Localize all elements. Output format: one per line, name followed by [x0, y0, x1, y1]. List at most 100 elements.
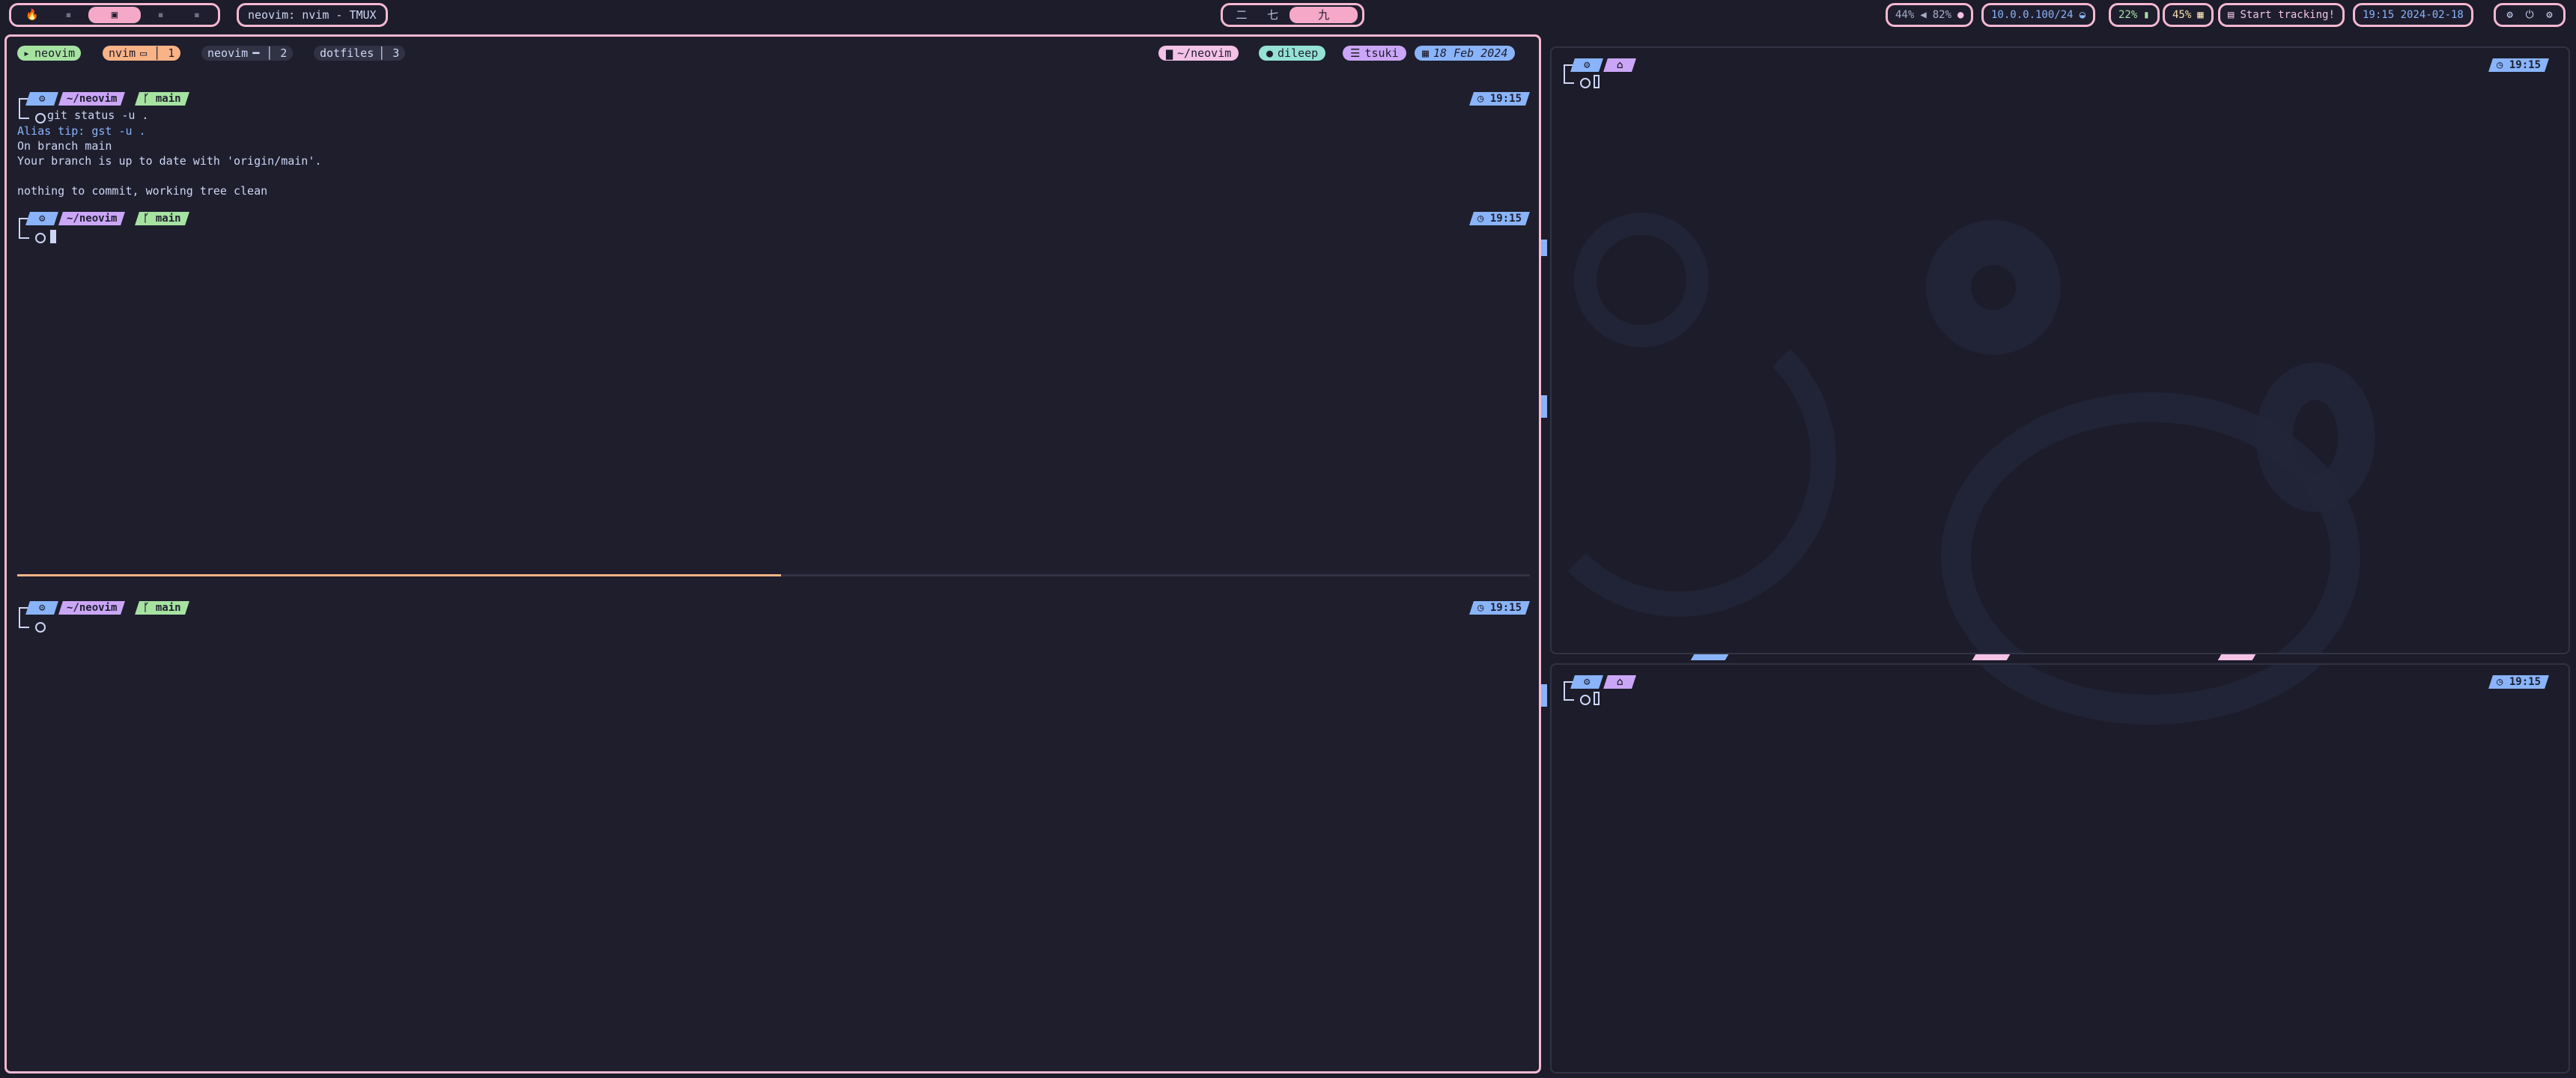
- workspace-switcher: 🔥 ▪ ▣ ▪ ▪: [9, 3, 220, 27]
- prompt-time: 19:15: [1489, 93, 1522, 105]
- clock-icon: ◷: [1477, 602, 1490, 614]
- user-text: dileep: [1278, 46, 1319, 60]
- prompt-branch: main: [155, 602, 181, 614]
- prompt-time: 19:15: [2509, 59, 2542, 71]
- prompt-dot: [35, 113, 46, 124]
- network-icon: ◒: [2079, 9, 2086, 21]
- tmux-tab-dotfiles[interactable]: dotfiles │ 3: [314, 46, 406, 61]
- speaker-icon: ◀: [1920, 9, 1927, 21]
- shell-prompt: ⚙ ~/neovim ᚴ main ◷ 19:15 git status -u …: [17, 92, 1530, 124]
- prompt-branch: main: [155, 93, 181, 105]
- shell-prompt[interactable]: ⚙ ⌂ ◷ 19:15: [1562, 58, 2558, 88]
- kanji-workspace-1[interactable]: 二: [1227, 7, 1256, 23]
- memory-widget[interactable]: 45% ▦: [2163, 3, 2214, 27]
- tab-label: neovim: [207, 46, 249, 60]
- pane-divider-active: [17, 574, 781, 576]
- wallpaper-shape: [2255, 362, 2375, 512]
- home-icon: ⌂: [1616, 676, 1623, 688]
- prompt-home-segment: ⌂: [1603, 58, 1636, 72]
- edge-marker: [1541, 395, 1547, 418]
- prompt-path: ~/neovim: [67, 93, 118, 105]
- prompt-time-segment: ◷ 19:15: [2488, 58, 2549, 72]
- battery-value: 22%: [2118, 9, 2138, 21]
- shell-prompt[interactable]: ⚙ ~/neovim ᚴ main ◷ 19:15: [17, 601, 1530, 633]
- gear-icon[interactable]: ⚙: [2546, 9, 2552, 21]
- tmux-window[interactable]: ▸ neovim nvim ▭ │ 1 neovim ━ │ 2 dotfile…: [4, 34, 1541, 1074]
- audio-widget[interactable]: 44% ◀ 82% ●: [1886, 3, 1974, 27]
- workspace-3-active[interactable]: ▣: [88, 7, 142, 23]
- edge-marker: [2217, 654, 2256, 660]
- microphone-icon: ●: [1957, 9, 1964, 21]
- terminal-right-bottom[interactable]: ⚙ ⌂ ◷ 19:15: [1550, 663, 2570, 1074]
- text-cursor: [1594, 692, 1600, 705]
- prompt-path-segment: ~/neovim: [58, 92, 126, 106]
- tmux-tab-nvim[interactable]: nvim ▭ │ 1: [103, 46, 181, 61]
- workspace-4[interactable]: ▪: [144, 7, 177, 23]
- calendar-icon: ▦: [1422, 46, 1430, 60]
- prompt-time: 19:15: [1489, 213, 1522, 225]
- tmux-tab-session[interactable]: ▸ neovim: [17, 46, 82, 61]
- edge-marker: [1690, 654, 1729, 660]
- prompt-time-segment: ◷ 19:15: [1469, 601, 1530, 615]
- workspace-2[interactable]: ▪: [52, 7, 85, 23]
- prompt-path-segment: ~/neovim: [58, 601, 126, 615]
- tab-label: neovim: [34, 46, 76, 60]
- tmux-tab-neovim[interactable]: neovim ━ │ 2: [201, 46, 294, 61]
- output-line: nothing to commit, working tree clean: [17, 184, 268, 198]
- kanji-workspace-3-active[interactable]: 九: [1289, 7, 1358, 23]
- text-cursor: [50, 230, 56, 243]
- prompt-time-segment: ◷ 19:15: [1469, 212, 1530, 225]
- folder-icon: ▆: [1166, 46, 1173, 60]
- tab-number: 2: [280, 46, 288, 60]
- tab-label: nvim: [109, 46, 136, 60]
- status-host: ☰ tsuki: [1343, 46, 1406, 61]
- home-icon: ⌂: [1616, 59, 1623, 71]
- clock-widget[interactable]: 19:15 2024-02-18: [2353, 3, 2473, 27]
- host-text: tsuki: [1364, 46, 1399, 60]
- text-cursor: [1594, 75, 1600, 88]
- shell-prompt[interactable]: ⚙ ~/neovim ᚴ main ◷ 19:15: [17, 212, 1530, 243]
- prompt-dot: [35, 622, 46, 633]
- status-directory: ▆ ~/neovim: [1158, 46, 1239, 61]
- network-widget[interactable]: 10.0.0.100/24 ◒: [1981, 3, 2096, 27]
- workspace-1[interactable]: 🔥: [16, 7, 49, 23]
- clock-icon: ◷: [1477, 213, 1490, 225]
- directory-text: ~/neovim: [1177, 46, 1232, 60]
- top-bar: 🔥 ▪ ▣ ▪ ▪ neovim: nvim - TMUX 二 七 九 44% …: [0, 0, 2576, 30]
- prompt-path: ~/neovim: [67, 213, 118, 225]
- power-icon[interactable]: ⏻: [2525, 9, 2533, 21]
- split-icon: ━ │: [252, 46, 273, 60]
- prompt-branch-segment: ᚴ main: [135, 92, 189, 106]
- kanji-workspace-2[interactable]: 七: [1259, 7, 1287, 23]
- memory-value: 45%: [2172, 9, 2192, 21]
- tab-label: dotfiles: [320, 46, 374, 60]
- battery-widget[interactable]: 22% ▮: [2109, 3, 2160, 27]
- terminal-icon: ▸: [23, 46, 31, 60]
- prompt-home-segment: ⌂: [1603, 675, 1636, 689]
- date-text: 18 Feb 2024: [1433, 46, 1508, 60]
- prompt-gear-segment: ⚙: [25, 92, 58, 106]
- memory-icon: ▦: [2197, 9, 2204, 21]
- prompt-gear-segment: ⚙: [1570, 58, 1603, 72]
- prompt-gear-segment: ⚙: [25, 212, 58, 225]
- edge-marker: [1541, 240, 1547, 256]
- workspace-5[interactable]: ▪: [180, 7, 213, 23]
- system-menu: ⚙ ⏻ ⚙: [2494, 3, 2566, 27]
- gear-icon: ⚙: [1583, 59, 1591, 71]
- prompt-gear-segment: ⚙: [25, 601, 58, 615]
- tmux-status-bar: ▸ neovim nvim ▭ │ 1 neovim ━ │ 2 dotfile…: [17, 46, 1530, 61]
- prompt-time-segment: ◷ 19:15: [1469, 92, 1530, 106]
- prompt-branch-segment: ᚴ main: [135, 601, 189, 615]
- pane-divider[interactable]: [17, 574, 1530, 576]
- time-tracker-widget[interactable]: ▤ Start tracking!: [2218, 3, 2345, 27]
- window-icon: ▭ │: [140, 46, 161, 60]
- terminal-right-top[interactable]: ⚙ ⌂ ◷ 19:15: [1550, 46, 2570, 654]
- tab-number: 3: [392, 46, 400, 60]
- shell-prompt[interactable]: ⚙ ⌂ ◷ 19:15: [1562, 675, 2558, 705]
- output-line: On branch main: [17, 139, 112, 153]
- alias-tip: Alias tip: gst -u .: [17, 124, 146, 138]
- prompt-branch-segment: ᚴ main: [135, 212, 189, 225]
- prompt-dot: [35, 233, 46, 243]
- gear-icon: ⚙: [1583, 676, 1591, 688]
- settings-icon[interactable]: ⚙: [2506, 9, 2512, 21]
